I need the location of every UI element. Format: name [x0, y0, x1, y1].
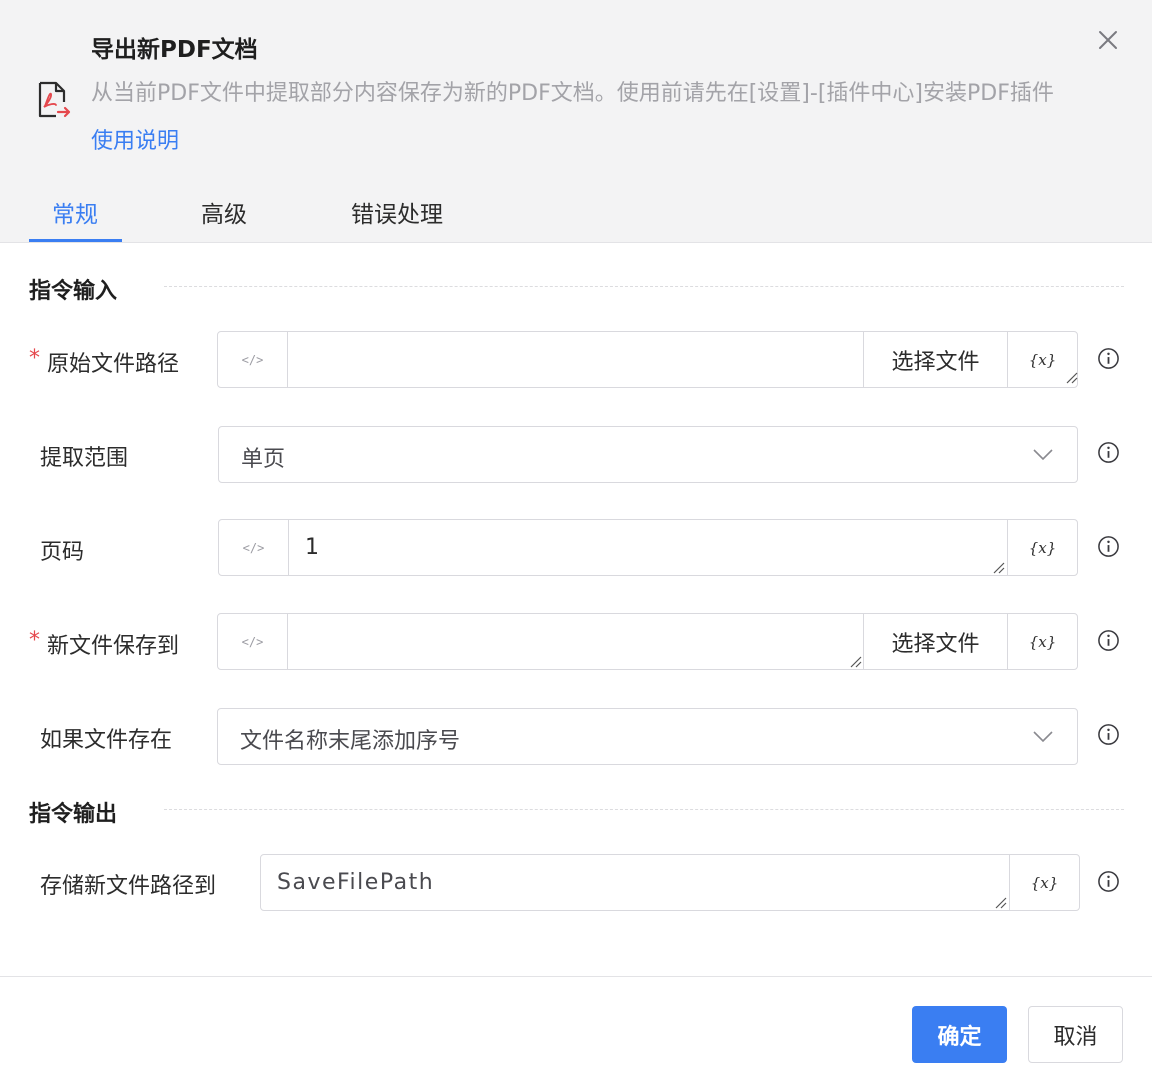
source-path-label: 原始文件路径	[47, 352, 180, 377]
source-path-field: </> 选择文件 {x}	[217, 331, 1078, 388]
cancel-button[interactable]: 取消	[1028, 1006, 1123, 1063]
required-marker: *	[29, 346, 40, 371]
chevron-down-icon	[1033, 449, 1053, 461]
if-exists-value: 文件名称末尾添加序号	[240, 729, 461, 754]
insert-variable-button[interactable]: {x}	[1007, 614, 1077, 669]
section-title-input: 指令输入	[29, 279, 118, 304]
resize-grip-icon[interactable]	[1064, 370, 1078, 384]
active-tab-indicator	[29, 239, 122, 242]
dialog-description: 从当前PDF文件中提取部分内容保存为新的PDF文档。使用前请先在[设置]-[插件…	[91, 70, 1081, 166]
page-number-label: 页码	[40, 540, 85, 565]
dialog-header: 导出新PDF文档 从当前PDF文件中提取部分内容保存为新的PDF文档。使用前请先…	[0, 0, 1152, 243]
section-divider	[164, 809, 1124, 810]
save-to-label: 新文件保存到	[47, 634, 180, 659]
pdf-export-icon	[38, 81, 71, 118]
section-title-output: 指令输出	[29, 802, 118, 827]
info-icon[interactable]	[1097, 723, 1120, 746]
page-number-field: </> 1 {x}	[218, 519, 1078, 576]
output-variable-field: SaveFilePath {x}	[260, 854, 1080, 911]
chevron-down-icon	[1033, 731, 1053, 743]
description-text: 从当前PDF文件中提取部分内容保存为新的PDF文档。使用前请先在[设置]-[插件…	[91, 81, 1054, 106]
output-variable-label: 存储新文件路径到	[40, 874, 217, 899]
extract-range-value: 单页	[241, 447, 286, 472]
save-to-field: </> 选择文件 {x}	[217, 613, 1078, 670]
info-icon[interactable]	[1097, 629, 1120, 652]
if-exists-label: 如果文件存在	[40, 728, 173, 753]
resize-grip-icon[interactable]	[991, 560, 1005, 574]
resize-grip-icon[interactable]	[848, 654, 862, 668]
if-exists-select[interactable]: 文件名称末尾添加序号	[217, 708, 1078, 765]
page-number-input[interactable]: 1	[289, 520, 1007, 575]
save-to-input[interactable]	[288, 614, 863, 669]
dialog-title: 导出新PDF文档	[91, 37, 258, 63]
confirm-button[interactable]: 确定	[912, 1006, 1007, 1063]
expression-mode-button[interactable]: </>	[218, 332, 288, 387]
info-icon[interactable]	[1097, 347, 1120, 370]
info-icon[interactable]	[1097, 535, 1120, 558]
output-variable-input[interactable]: SaveFilePath	[261, 855, 1009, 910]
close-icon[interactable]	[1096, 28, 1120, 52]
required-marker: *	[29, 628, 40, 653]
info-icon[interactable]	[1097, 441, 1120, 464]
select-file-button[interactable]: 选择文件	[863, 614, 1007, 669]
section-divider	[164, 286, 1124, 287]
footer-divider	[0, 976, 1152, 977]
extract-range-label: 提取范围	[40, 446, 129, 471]
info-icon[interactable]	[1097, 870, 1120, 893]
help-link[interactable]: 使用说明	[91, 129, 179, 154]
insert-variable-button[interactable]: {x}	[1007, 520, 1077, 575]
expression-mode-button[interactable]: </>	[218, 614, 288, 669]
resize-grip-icon[interactable]	[993, 895, 1007, 909]
tab-advanced[interactable]: 高级	[201, 195, 247, 253]
insert-variable-button[interactable]: {x}	[1009, 855, 1079, 910]
extract-range-select[interactable]: 单页	[218, 426, 1078, 483]
select-file-button[interactable]: 选择文件	[863, 332, 1007, 387]
tab-error-handling[interactable]: 错误处理	[351, 195, 443, 253]
source-path-input[interactable]	[288, 332, 863, 387]
tab-general[interactable]: 常规	[52, 195, 98, 253]
expression-mode-button[interactable]: </>	[219, 520, 289, 575]
